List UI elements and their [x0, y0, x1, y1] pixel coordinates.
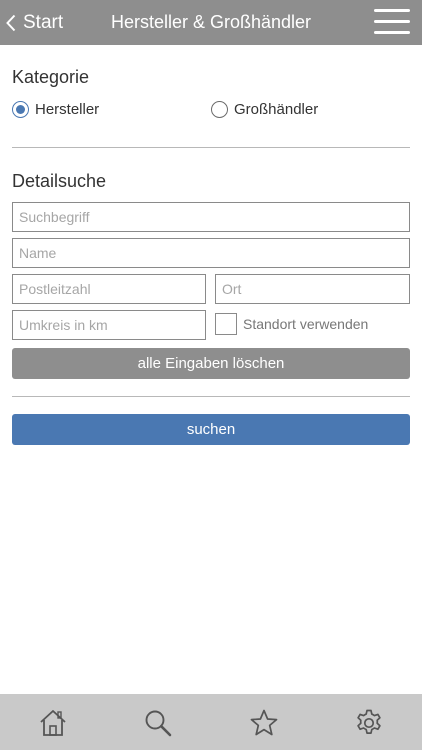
radio-grosshaendler[interactable]: Großhändler [211, 101, 318, 118]
radio-hersteller-label: Hersteller [35, 101, 100, 118]
detail-search-heading: Detailsuche [12, 171, 107, 191]
tab-settings[interactable] [354, 708, 384, 738]
menu-line-icon [374, 9, 410, 12]
search-button[interactable]: suchen [12, 414, 410, 445]
radio-selected-icon [12, 101, 29, 118]
star-icon [250, 709, 278, 736]
home-icon [40, 710, 66, 736]
menu-line-icon [374, 20, 410, 23]
radius-input[interactable] [12, 310, 206, 340]
page-title: Hersteller & Großhändler [110, 12, 312, 32]
radio-grosshaendler-label: Großhändler [234, 101, 319, 118]
category-heading: Kategorie [12, 67, 90, 87]
city-input[interactable] [215, 274, 410, 304]
search-icon [145, 710, 172, 737]
clear-all-button[interactable]: alle Eingaben löschen [12, 348, 410, 379]
section-divider [12, 147, 410, 148]
use-location-checkbox[interactable]: Standort verwenden [215, 310, 368, 338]
tab-favorites[interactable] [249, 708, 279, 738]
zip-code-input[interactable] [12, 274, 206, 304]
gear-icon [357, 709, 381, 734]
radio-unselected-icon [211, 101, 228, 118]
bottom-tab-bar [0, 694, 422, 750]
name-input[interactable] [12, 238, 410, 268]
search-term-input[interactable] [12, 202, 410, 232]
use-location-label: Standort verwenden [243, 316, 369, 332]
hamburger-menu-button[interactable] [374, 9, 410, 35]
menu-line-icon [374, 31, 410, 34]
navigation-bar: Start Hersteller & Großhändler [0, 0, 422, 45]
section-divider [12, 396, 410, 397]
radio-hersteller[interactable]: Hersteller [12, 101, 99, 118]
checkbox-box[interactable] [215, 313, 237, 335]
tab-home[interactable] [38, 708, 68, 738]
tab-search[interactable] [143, 708, 173, 738]
